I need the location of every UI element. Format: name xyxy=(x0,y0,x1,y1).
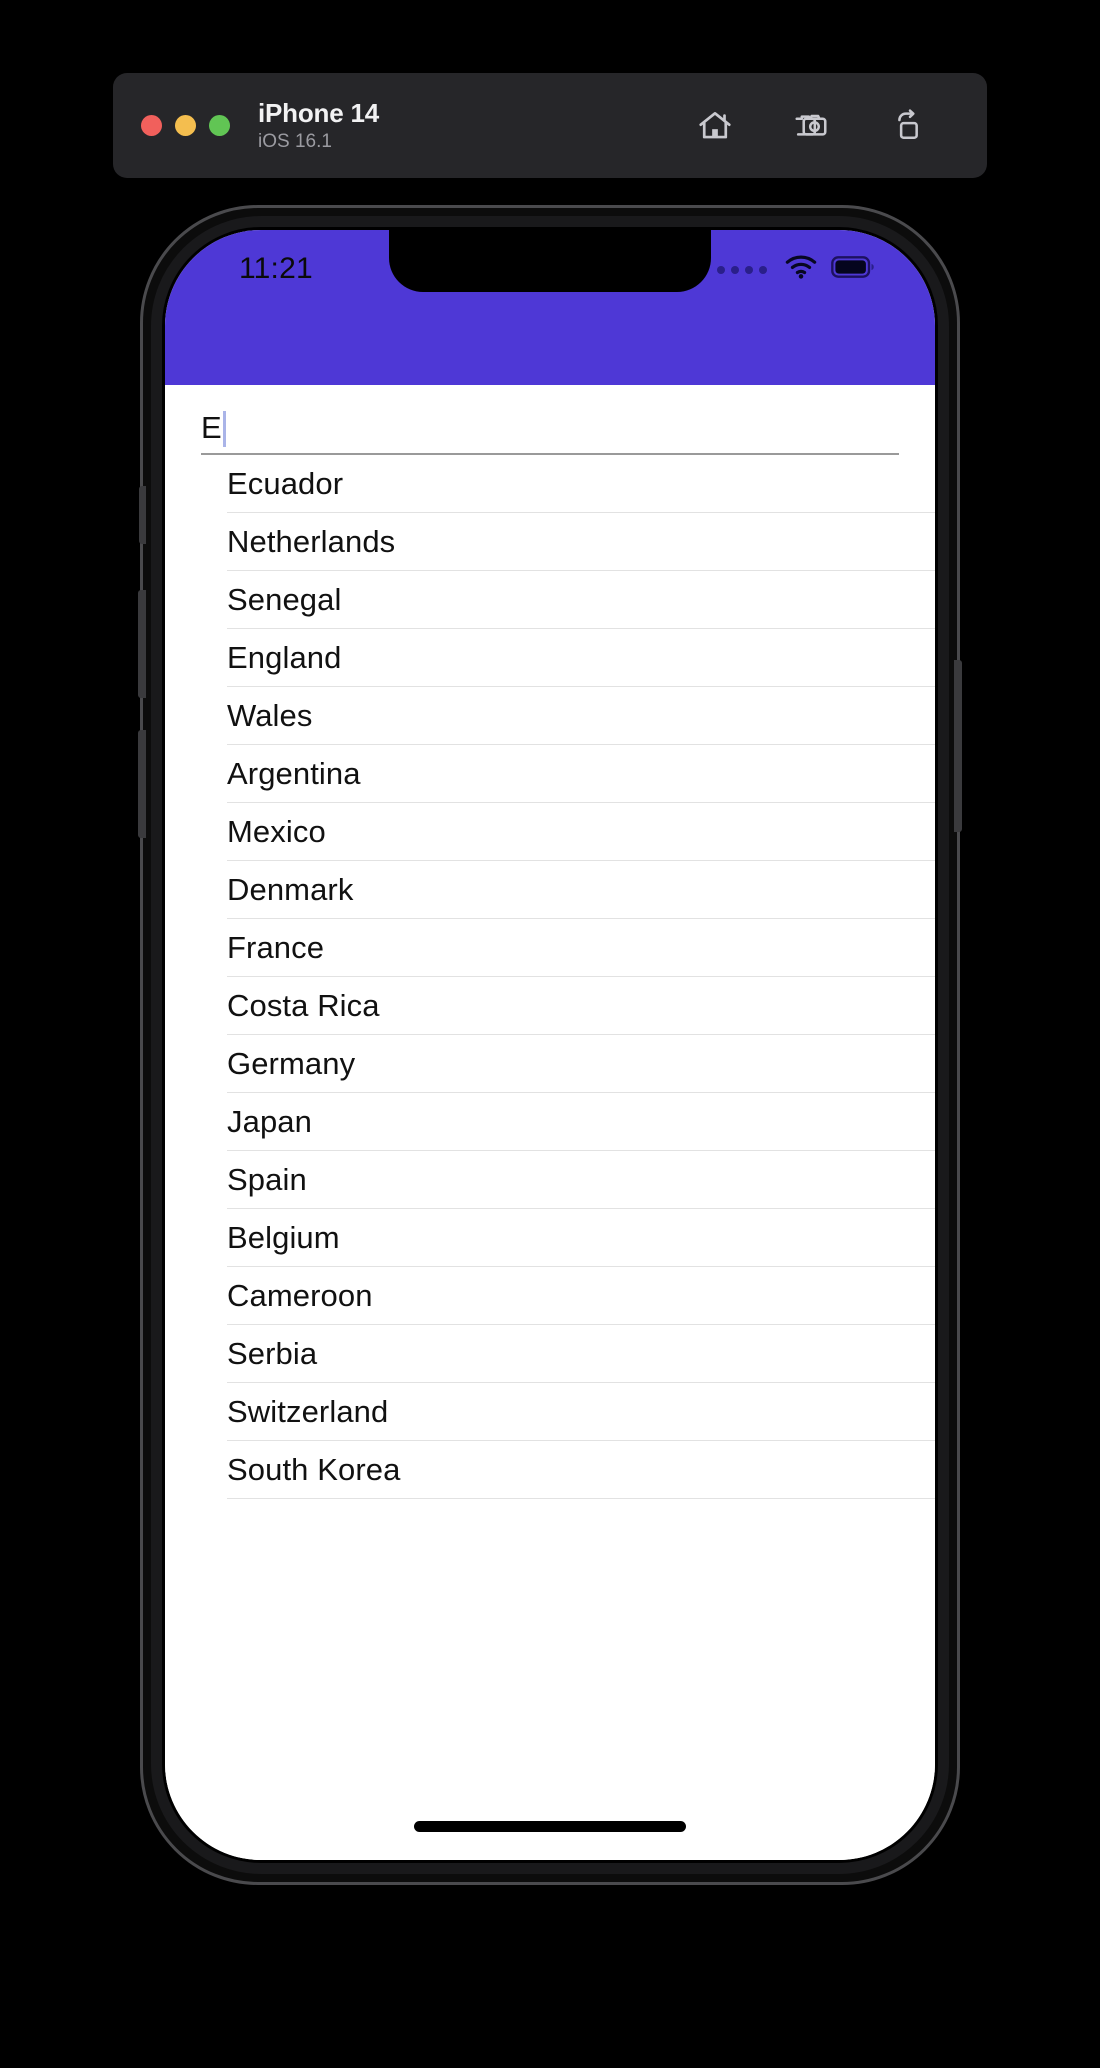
list-item-label: Netherlands xyxy=(227,523,396,559)
rotate-icon xyxy=(888,107,926,145)
list-item[interactable]: France xyxy=(227,919,935,977)
list-item[interactable]: South Korea xyxy=(227,1441,935,1499)
list-item-label: Belgium xyxy=(227,1219,340,1255)
list-item[interactable]: England xyxy=(227,629,935,687)
power-button[interactable] xyxy=(954,660,962,832)
screenshot-icon xyxy=(792,107,830,145)
search-input[interactable]: E xyxy=(201,411,899,455)
screenshot-button[interactable] xyxy=(789,104,833,148)
list-item-label: Senegal xyxy=(227,581,342,617)
volume-down-button[interactable] xyxy=(138,730,146,838)
cellular-signal-icon xyxy=(717,265,767,274)
list-item[interactable]: Spain xyxy=(227,1151,935,1209)
list-item[interactable]: Switzerland xyxy=(227,1383,935,1441)
list-item-label: Costa Rica xyxy=(227,987,380,1023)
minimize-window-button[interactable] xyxy=(175,115,196,136)
text-caret xyxy=(222,411,226,447)
list-item[interactable]: Germany xyxy=(227,1035,935,1093)
list-item[interactable]: Costa Rica xyxy=(227,977,935,1035)
list-item-label: Denmark xyxy=(227,871,354,907)
list-item-label: England xyxy=(227,639,342,675)
list-item-label: Serbia xyxy=(227,1335,318,1371)
device-name: iPhone 14 xyxy=(258,97,380,128)
list-item-label: Spain xyxy=(227,1161,307,1197)
list-item[interactable]: Argentina xyxy=(227,745,935,803)
list-item[interactable]: Wales xyxy=(227,687,935,745)
battery-icon xyxy=(831,255,875,284)
list-item[interactable]: Ecuador xyxy=(227,455,935,513)
home-indicator[interactable] xyxy=(414,1821,686,1832)
search-input-value: E xyxy=(201,410,222,445)
device-screen: 11:21 E Ecuador Netherlands Senegal Engl… xyxy=(165,230,935,1860)
status-bar-time: 11:21 xyxy=(239,252,313,285)
close-window-button[interactable] xyxy=(141,115,162,136)
home-icon xyxy=(696,107,734,145)
volume-up-button[interactable] xyxy=(138,590,146,698)
list-item-label: Mexico xyxy=(227,813,326,849)
list-item-label: France xyxy=(227,929,325,965)
status-bar-indicators xyxy=(717,254,875,285)
wifi-icon xyxy=(784,254,818,285)
list-item[interactable]: Mexico xyxy=(227,803,935,861)
list-item[interactable]: Serbia xyxy=(227,1325,935,1383)
list-item-label: Ecuador xyxy=(227,465,344,501)
home-button[interactable] xyxy=(693,104,737,148)
country-results-list: Ecuador Netherlands Senegal England Wale… xyxy=(165,455,935,1499)
device-os-version: iOS 16.1 xyxy=(258,130,332,152)
search-row: E xyxy=(165,385,935,455)
list-item-label: Japan xyxy=(227,1103,312,1139)
notch xyxy=(389,230,711,292)
silent-switch[interactable] xyxy=(139,486,146,544)
list-item[interactable]: Belgium xyxy=(227,1209,935,1267)
list-item-label: Wales xyxy=(227,697,313,733)
rotate-button[interactable] xyxy=(885,104,929,148)
list-item[interactable]: Senegal xyxy=(227,571,935,629)
list-item-label: Cameroon xyxy=(227,1277,373,1313)
list-item[interactable]: Denmark xyxy=(227,861,935,919)
list-item-label: Switzerland xyxy=(227,1393,389,1429)
device-info: iPhone 14 iOS 16.1 xyxy=(258,97,380,153)
list-item[interactable]: Japan xyxy=(227,1093,935,1151)
list-item-label: South Korea xyxy=(227,1451,401,1487)
iphone-device-frame: 11:21 E Ecuador Netherlands Senegal Engl… xyxy=(138,205,962,1885)
list-item[interactable]: Netherlands xyxy=(227,513,935,571)
list-item-label: Argentina xyxy=(227,755,361,791)
status-bar: 11:21 xyxy=(165,230,935,385)
toolbar-actions xyxy=(693,104,963,148)
app-content: E Ecuador Netherlands Senegal England Wa… xyxy=(165,385,935,1860)
simulator-toolbar: iPhone 14 iOS 16.1 xyxy=(113,73,987,178)
list-item[interactable]: Cameroon xyxy=(227,1267,935,1325)
zoom-window-button[interactable] xyxy=(209,115,230,136)
list-item-label: Germany xyxy=(227,1045,356,1081)
window-controls xyxy=(141,115,230,136)
